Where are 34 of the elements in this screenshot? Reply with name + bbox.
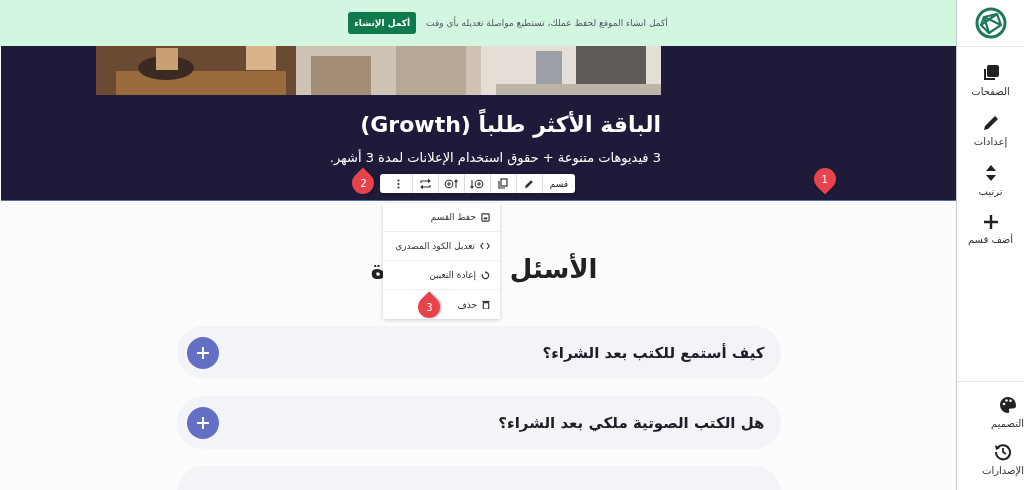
- sidebar-item[interactable]: ترتيب: [957, 164, 1024, 197]
- sidebar-item[interactable]: التصميم: [991, 396, 1024, 429]
- banner-message: أكمل انشاء الموقع لحفظ عملك، تستطيع مواصلة تعديله بأي وقت: [426, 18, 668, 28]
- expand-button[interactable]: [186, 336, 219, 369]
- sidebar-item[interactable]: أضف قسم: [957, 214, 1024, 245]
- code-icon: [480, 242, 490, 250]
- hero-subtitle: 3 فيديوهات متنوعة + حقوق استخدام الإعلانات لمدة 3 أشهر.: [329, 150, 661, 165]
- faq-heading: الأسئل: [509, 254, 598, 284]
- sidebar-item[interactable]: إعدادات: [957, 114, 1024, 147]
- menu-item[interactable]: حفظ القسم: [383, 203, 500, 232]
- toolbar-label: قسم: [541, 174, 575, 193]
- plus-icon: [195, 345, 210, 360]
- pages-icon: [981, 64, 1000, 82]
- complete-button[interactable]: أكمل الإنشاء: [348, 12, 417, 34]
- save-icon: [481, 212, 490, 222]
- logo-icon: [974, 7, 1007, 39]
- palette-icon: [998, 396, 1017, 414]
- sort-icon: [984, 164, 997, 182]
- faq-question: هل الكتب الصوتية ملكي بعد الشراء؟: [498, 413, 765, 432]
- faq-question: كيف أستمع للكتب بعد الشراء؟: [542, 343, 765, 362]
- faq-heading: ة: [370, 254, 386, 284]
- trash-icon: [482, 300, 490, 309]
- expand-button[interactable]: [186, 406, 219, 439]
- reset-icon: [481, 270, 490, 280]
- faq-item[interactable]: كيف أستمع للكتب بعد الشراء؟: [176, 326, 781, 379]
- sidebar-item[interactable]: الإصدارات: [981, 443, 1024, 476]
- plus-icon: [195, 415, 210, 430]
- plus-icon: [982, 214, 999, 230]
- faq-item[interactable]: هل الكتب الصوتية ملكي بعد الشراء؟: [176, 396, 781, 449]
- sidebar-item[interactable]: الصفحات: [957, 64, 1024, 97]
- menu-item[interactable]: تعديل الكود المصدري: [383, 232, 500, 261]
- history-icon: [994, 443, 1012, 461]
- pencil-icon: [981, 114, 1000, 132]
- menu-item[interactable]: إعادة التعيين: [383, 261, 500, 290]
